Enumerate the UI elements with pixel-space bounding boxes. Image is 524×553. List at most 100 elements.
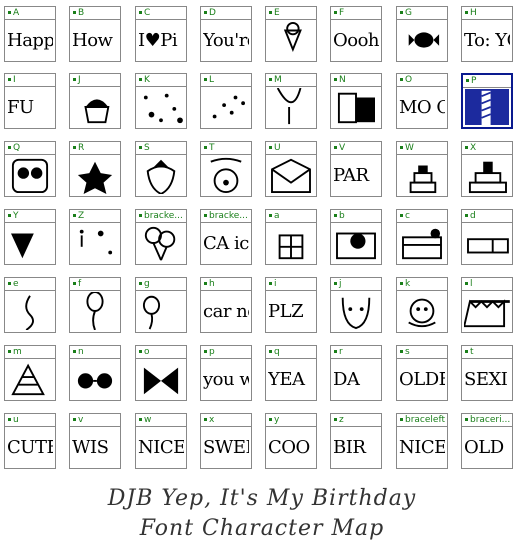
glyph-cell[interactable]: d xyxy=(461,209,513,265)
clown-icon xyxy=(210,157,242,194)
glyph-cell[interactable]: o xyxy=(135,345,187,401)
glyph-cell[interactable]: Y xyxy=(4,209,56,265)
glyph-cell-label: s xyxy=(405,347,410,357)
glyph-cell-label: bracke... xyxy=(209,211,248,221)
envelope-icon xyxy=(271,158,311,194)
glyph-cell[interactable]: D You're xyxy=(200,6,252,62)
glyph-cell[interactable]: u CUTE xyxy=(4,413,56,469)
glyph-cell[interactable]: v WIS xyxy=(69,413,121,469)
glyph-cell[interactable]: braceri... OLD SEX xyxy=(461,413,513,469)
glyph-cell[interactable]: B How m CAND xyxy=(69,6,121,62)
glyph-cell[interactable]: U xyxy=(265,141,317,197)
glyph-cell[interactable]: P xyxy=(461,73,513,129)
glyph-cell-header: K xyxy=(136,74,186,87)
glyph-cell[interactable]: M xyxy=(265,73,317,129)
glyph-preview xyxy=(72,156,118,194)
bullet-icon xyxy=(73,78,76,81)
glyph-cell[interactable]: a xyxy=(265,209,317,265)
glyph-cell-header: h xyxy=(201,278,251,291)
glyph-cell[interactable]: k xyxy=(396,277,448,333)
glyph-preview xyxy=(333,224,379,262)
glyph-cell[interactable]: braceleft NICE SWEE xyxy=(396,413,448,469)
glyph-cell[interactable]: b xyxy=(330,209,382,265)
glyph-cell[interactable]: m xyxy=(4,345,56,401)
glyph-cell[interactable]: G xyxy=(396,6,448,62)
bullet-icon xyxy=(269,418,272,421)
balloon-half-icon xyxy=(276,88,302,125)
glyph-cell-label: N xyxy=(339,75,346,85)
glyph-cell[interactable]: q YEA xyxy=(265,345,317,401)
glyph-cell[interactable]: E xyxy=(265,6,317,62)
glyph-cell[interactable]: w NICE! xyxy=(135,413,187,469)
glyph-cell[interactable]: W xyxy=(396,141,448,197)
glyph-sample-text: PAR xyxy=(333,164,369,186)
glyph-preview xyxy=(464,292,510,330)
glyph-cell[interactable]: i PLZ xyxy=(265,277,317,333)
hat-icon xyxy=(11,363,45,396)
glyph-cell-label: T xyxy=(209,143,215,153)
glyph-cell[interactable]: y COO xyxy=(265,413,317,469)
glyph-cell[interactable]: g xyxy=(135,277,187,333)
glyph-cell-label: f xyxy=(78,279,82,289)
glyph-preview: SEXI xyxy=(464,360,510,398)
bullet-icon xyxy=(334,146,337,149)
glyph-sample-text: Happ xyxy=(7,29,53,51)
glyph-cell[interactable]: J xyxy=(69,73,121,129)
glyph-cell[interactable]: l xyxy=(461,277,513,333)
glyph-cell-header: Y xyxy=(5,210,55,223)
glyph-cell[interactable]: C I♥Pi xyxy=(135,6,187,62)
bullet-icon xyxy=(334,214,337,217)
glyph-cell[interactable]: S xyxy=(135,141,187,197)
card-icon xyxy=(337,92,375,124)
glyph-cell[interactable]: F Oooh! For w xyxy=(330,6,382,62)
glyph-cell[interactable]: V PAR xyxy=(330,141,382,197)
glyph-cell-header: S xyxy=(136,142,186,155)
glyph-preview: you w Do xyxy=(203,360,249,398)
glyph-preview xyxy=(72,224,118,262)
bullet-icon xyxy=(8,11,11,14)
bullet-icon xyxy=(73,146,76,149)
glyph-cell[interactable]: R xyxy=(69,141,121,197)
glyph-cell-label: v xyxy=(78,415,84,425)
glyph-cell[interactable]: Q xyxy=(4,141,56,197)
cake2-icon xyxy=(468,161,507,194)
glyph-cell[interactable]: r DA xyxy=(330,345,382,401)
bullet-icon xyxy=(139,214,142,217)
glyph-cell[interactable]: K xyxy=(135,73,187,129)
bullet-icon xyxy=(8,78,11,81)
glyph-sample-text: YEA xyxy=(268,368,305,390)
glyph-preview xyxy=(333,88,379,126)
glyph-cell[interactable]: f xyxy=(69,277,121,333)
glyph-cell[interactable]: Z xyxy=(69,209,121,265)
glyph-cell[interactable]: O MO CA xyxy=(396,73,448,129)
glyph-cell[interactable]: x SWEE xyxy=(200,413,252,469)
bullet-icon xyxy=(73,418,76,421)
glyph-preview: How m CAND xyxy=(72,21,118,59)
glyph-cell[interactable]: X xyxy=(461,141,513,197)
glyph-cell[interactable]: H To: YOU xyxy=(461,6,513,62)
glyph-cell[interactable]: bracke... xyxy=(135,209,187,265)
bullet-icon xyxy=(465,418,468,421)
gift4-icon xyxy=(467,238,509,254)
glyph-cell[interactable]: t SEXI xyxy=(461,345,513,401)
glyph-preview: car nom nom nom xyxy=(203,292,249,330)
bullet-icon xyxy=(269,78,272,81)
glyph-cell[interactable]: c xyxy=(396,209,448,265)
glyph-cell[interactable]: A Happ xyxy=(4,6,56,62)
glyph-cell[interactable]: bracke... CA ice c Pre xyxy=(200,209,252,265)
glyph-cell-header: n xyxy=(70,346,120,359)
glyph-cell[interactable]: s OLDE xyxy=(396,345,448,401)
glyph-cell[interactable]: n xyxy=(69,345,121,401)
glyph-cell[interactable]: z BIR xyxy=(330,413,382,469)
glyph-cell[interactable]: N xyxy=(330,73,382,129)
glyph-sample-text: DA xyxy=(333,368,360,390)
glyph-sample-text: NICE! xyxy=(138,436,184,458)
glyph-cell[interactable]: j xyxy=(330,277,382,333)
glyph-cell[interactable]: L xyxy=(200,73,252,129)
glyph-cell[interactable]: h car nom nom nom xyxy=(200,277,252,333)
glyph-cell[interactable]: T xyxy=(200,141,252,197)
glyph-cell[interactable]: I FU xyxy=(4,73,56,129)
glyph-cell[interactable]: p you w Do xyxy=(200,345,252,401)
glyph-cell-label: Y xyxy=(13,211,19,221)
glyph-cell[interactable]: e xyxy=(4,277,56,333)
